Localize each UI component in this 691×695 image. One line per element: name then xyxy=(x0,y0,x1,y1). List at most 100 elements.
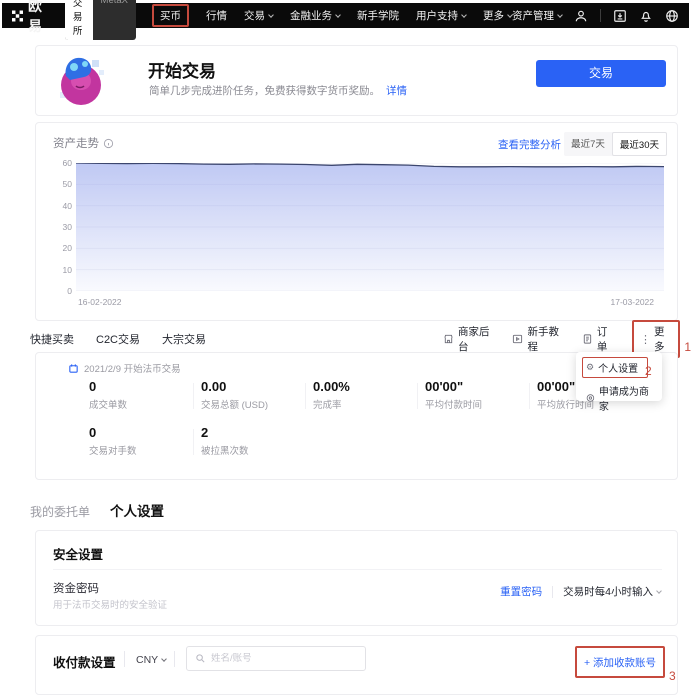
annotation-number-1: 1 xyxy=(684,341,691,353)
divider xyxy=(305,383,306,409)
calendar-icon xyxy=(68,363,79,374)
security-settings-title: 安全设置 xyxy=(53,544,103,563)
vertical-dots-icon: ⋮ xyxy=(640,333,651,346)
document-icon xyxy=(582,333,593,345)
payment-settings-card: 收付款设置 CNY + 添加收款账号 3 xyxy=(35,635,678,695)
nav-item-trade[interactable]: 交易 xyxy=(244,8,273,23)
y-axis-tick-label: 0 xyxy=(48,286,72,296)
hero-subtitle: 简单几步完成进阶任务，免费获得数字货币奖励。详情 xyxy=(149,83,407,98)
stat-completion-rate: 0.00%完成率 xyxy=(313,379,418,411)
divider xyxy=(193,429,194,455)
divider xyxy=(174,651,175,667)
trade-tab-links: 商家后台 新手教程 订单 ⋮ 更多 1 xyxy=(443,326,691,352)
storefront-icon xyxy=(443,333,454,345)
tab-personal-settings[interactable]: 个人设置 xyxy=(110,500,164,520)
nav-items: 买币 行情 交易 金融业务 新手学院 用户支持 更多 xyxy=(152,4,512,27)
currency-select[interactable]: CNY xyxy=(136,654,166,666)
merchant-badge-icon xyxy=(586,393,595,403)
assets-menu[interactable]: 资产管理 xyxy=(512,8,562,23)
y-axis-tick-label: 60 xyxy=(48,158,72,168)
tab-express-buy-sell[interactable]: 快捷买卖 xyxy=(30,331,74,347)
security-settings-card: 安全设置 资金密码 用于法币交易时的安全验证 重置密码 交易时每4小时输入 xyxy=(35,530,678,626)
chart-title: 资产走势 xyxy=(53,135,114,151)
asset-trend-card: 资产走势 查看完整分析 最近7天 最近30天 60 50 40 30 20 10 0 16-… xyxy=(35,122,678,321)
divider xyxy=(124,651,125,667)
gear-icon: ⚙ xyxy=(586,362,594,373)
fund-password-actions: 重置密码 交易时每4小时输入 xyxy=(500,584,661,599)
fiat-trading-since: 2021/2/9 开始法币交易 xyxy=(68,361,181,375)
start-trading-card: 开始交易 简单几步完成进阶任务，免费获得数字货币奖励。详情 交易 xyxy=(35,45,678,116)
divider xyxy=(552,586,553,598)
divider xyxy=(53,569,662,570)
reset-password-link[interactable]: 重置密码 xyxy=(500,584,542,599)
stat-counterparties: 0交易对手数 xyxy=(89,425,194,457)
notification-bell-icon[interactable] xyxy=(639,9,653,23)
details-link[interactable]: 详情 xyxy=(386,85,407,97)
trade-tabs: 快捷买卖 C2C交易 大宗交易 xyxy=(30,326,206,352)
divider xyxy=(600,9,601,22)
mascot-illustration xyxy=(52,52,110,110)
trade-tabbar: 快捷买卖 C2C交易 大宗交易 商家后台 新手教程 订单 ⋮ 更多 1 xyxy=(0,326,691,352)
chevron-down-icon xyxy=(461,12,467,18)
divider xyxy=(529,383,530,409)
x-axis-end-label: 17-03-2022 xyxy=(611,297,654,307)
stat-completed-orders: 0成交单数 xyxy=(89,379,194,411)
y-axis-tick-label: 20 xyxy=(48,243,72,253)
chevron-down-icon xyxy=(268,12,274,18)
okx-logo[interactable]: 欧易 xyxy=(12,0,51,36)
chevron-down-icon xyxy=(656,588,662,594)
menu-item-personal-settings[interactable]: ⚙ 个人设置 xyxy=(582,357,648,378)
navbar-right: 资产管理 xyxy=(512,8,679,23)
y-axis-tick-label: 30 xyxy=(48,222,72,232)
password-frequency-select[interactable]: 交易时每4小时输入 xyxy=(563,584,661,599)
fund-password-desc: 用于法币交易时的安全验证 xyxy=(53,597,167,611)
nav-item-buy-crypto[interactable]: 买币 xyxy=(152,4,189,27)
nav-item-support[interactable]: 用户支持 xyxy=(416,8,466,23)
asset-trend-chart: 60 50 40 30 20 10 0 16-02-2022 17-03-2022 xyxy=(48,157,668,317)
language-globe-icon[interactable] xyxy=(665,9,679,23)
range-7d-button[interactable]: 最近7天 xyxy=(564,132,612,156)
stat-trade-volume: 0.00交易总额 (USD) xyxy=(201,379,306,411)
logo-text: 欧易 xyxy=(28,0,51,36)
y-axis-tick-label: 10 xyxy=(48,265,72,275)
y-axis-tick-label: 50 xyxy=(48,179,72,189)
user-icon[interactable] xyxy=(574,9,588,23)
nav-item-more[interactable]: 更多 xyxy=(483,8,512,23)
full-analysis-link[interactable]: 查看完整分析 xyxy=(498,137,561,152)
info-icon[interactable] xyxy=(103,138,114,149)
hero-title: 开始交易 xyxy=(148,57,216,82)
download-app-icon[interactable] xyxy=(613,9,627,23)
search-icon xyxy=(195,653,206,664)
trade-button[interactable]: 交易 xyxy=(536,60,666,87)
orders-link[interactable]: 订单 xyxy=(582,324,616,354)
tab-c2c-trade[interactable]: C2C交易 xyxy=(96,331,140,347)
divider xyxy=(417,383,418,409)
range-30d-button[interactable]: 最近30天 xyxy=(612,132,667,156)
range-selector: 最近7天 最近30天 xyxy=(564,132,667,156)
add-payment-account-button[interactable]: + 添加收款账号 xyxy=(575,646,665,678)
chart-area xyxy=(76,163,664,291)
y-axis-tick-label: 40 xyxy=(48,201,72,211)
tab-exchange[interactable]: 交易所 xyxy=(65,0,93,40)
chevron-down-icon xyxy=(335,12,341,18)
tab-metax[interactable]: MetaX xyxy=(93,0,136,40)
payment-settings-title: 收付款设置 xyxy=(53,652,116,671)
chevron-down-icon xyxy=(161,656,167,662)
tab-my-orders[interactable]: 我的委托单 xyxy=(30,503,90,520)
video-tutorial-icon xyxy=(512,333,523,345)
asset-trend-plot xyxy=(76,163,664,291)
nav-item-academy[interactable]: 新手学院 xyxy=(357,8,399,23)
chevron-down-icon xyxy=(557,12,563,18)
beginner-tutorial-link[interactable]: 新手教程 xyxy=(512,324,565,354)
nav-item-markets[interactable]: 行情 xyxy=(206,8,227,23)
merchant-portal-link[interactable]: 商家后台 xyxy=(443,324,496,354)
stat-blocked-count: 2被拉黑次数 xyxy=(201,425,306,457)
menu-item-apply-merchant[interactable]: 申请成为商家 xyxy=(576,381,662,415)
account-search-box xyxy=(186,646,366,671)
tab-block-trade[interactable]: 大宗交易 xyxy=(162,331,206,347)
x-axis-start-label: 16-02-2022 xyxy=(78,297,121,307)
stat-avg-payment-time: 00'00"平均付款时间 xyxy=(425,379,530,411)
search-input[interactable] xyxy=(211,653,351,664)
nav-item-finance[interactable]: 金融业务 xyxy=(290,8,340,23)
product-switcher: 交易所 MetaX xyxy=(65,0,136,40)
